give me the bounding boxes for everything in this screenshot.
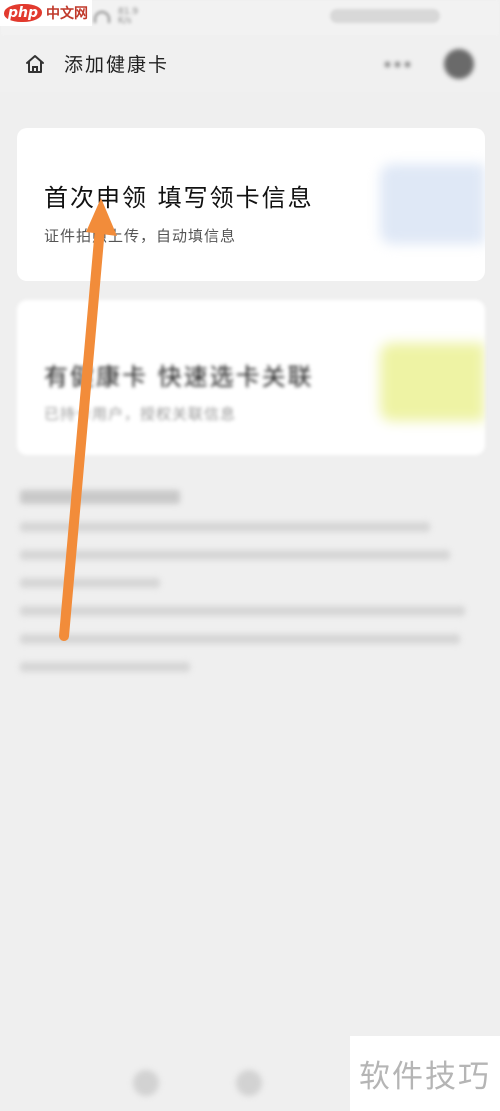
screen: php 中文网 81.9 K/s 添加健康卡 首次申领 填写领卡信息 证件拍照上… — [0, 0, 500, 1111]
watermark-logo: php 中文网 — [0, 0, 92, 26]
page-title: 添加健康卡 — [64, 54, 170, 76]
notice-block — [20, 490, 470, 672]
bottom-nav-icon[interactable] — [236, 1070, 262, 1096]
more-dots-icon[interactable] — [384, 59, 412, 69]
home-icon[interactable] — [24, 53, 46, 75]
bottom-nav-icon[interactable] — [133, 1070, 159, 1096]
card-description: 已持卡用户，授权关联信息 — [44, 405, 237, 423]
id-card-illustration — [380, 164, 485, 244]
watermark-site-text: 中文网 — [46, 6, 89, 22]
watermark-bottom: 软件技巧 — [350, 1036, 500, 1111]
card-title: 有健康卡 快速选卡关联 — [44, 363, 314, 391]
notice-line — [20, 522, 430, 532]
php-logo: php — [4, 4, 43, 22]
watermark-bottom-text: 软件技巧 — [359, 1059, 491, 1095]
notice-line — [20, 578, 160, 588]
close-circle-icon[interactable] — [444, 49, 474, 79]
card-description: 证件拍照上传，自动填信息 — [44, 227, 237, 245]
apply-new-card[interactable]: 首次申领 填写领卡信息 证件拍照上传，自动填信息 — [17, 128, 485, 281]
title-bar: 添加健康卡 — [0, 36, 500, 92]
card-title: 首次申领 填写领卡信息 — [44, 184, 314, 212]
net-speed: 81.9 K/s — [118, 7, 139, 26]
notice-line — [20, 550, 450, 560]
notice-line — [20, 606, 465, 616]
wifi-icon — [94, 11, 110, 23]
notice-title — [20, 490, 180, 504]
link-existing-card[interactable]: 有健康卡 快速选卡关联 已持卡用户，授权关联信息 — [17, 300, 485, 455]
card-link-illustration — [380, 343, 485, 421]
notice-line — [20, 662, 190, 672]
notice-line — [20, 634, 460, 644]
status-indicators — [330, 9, 440, 23]
